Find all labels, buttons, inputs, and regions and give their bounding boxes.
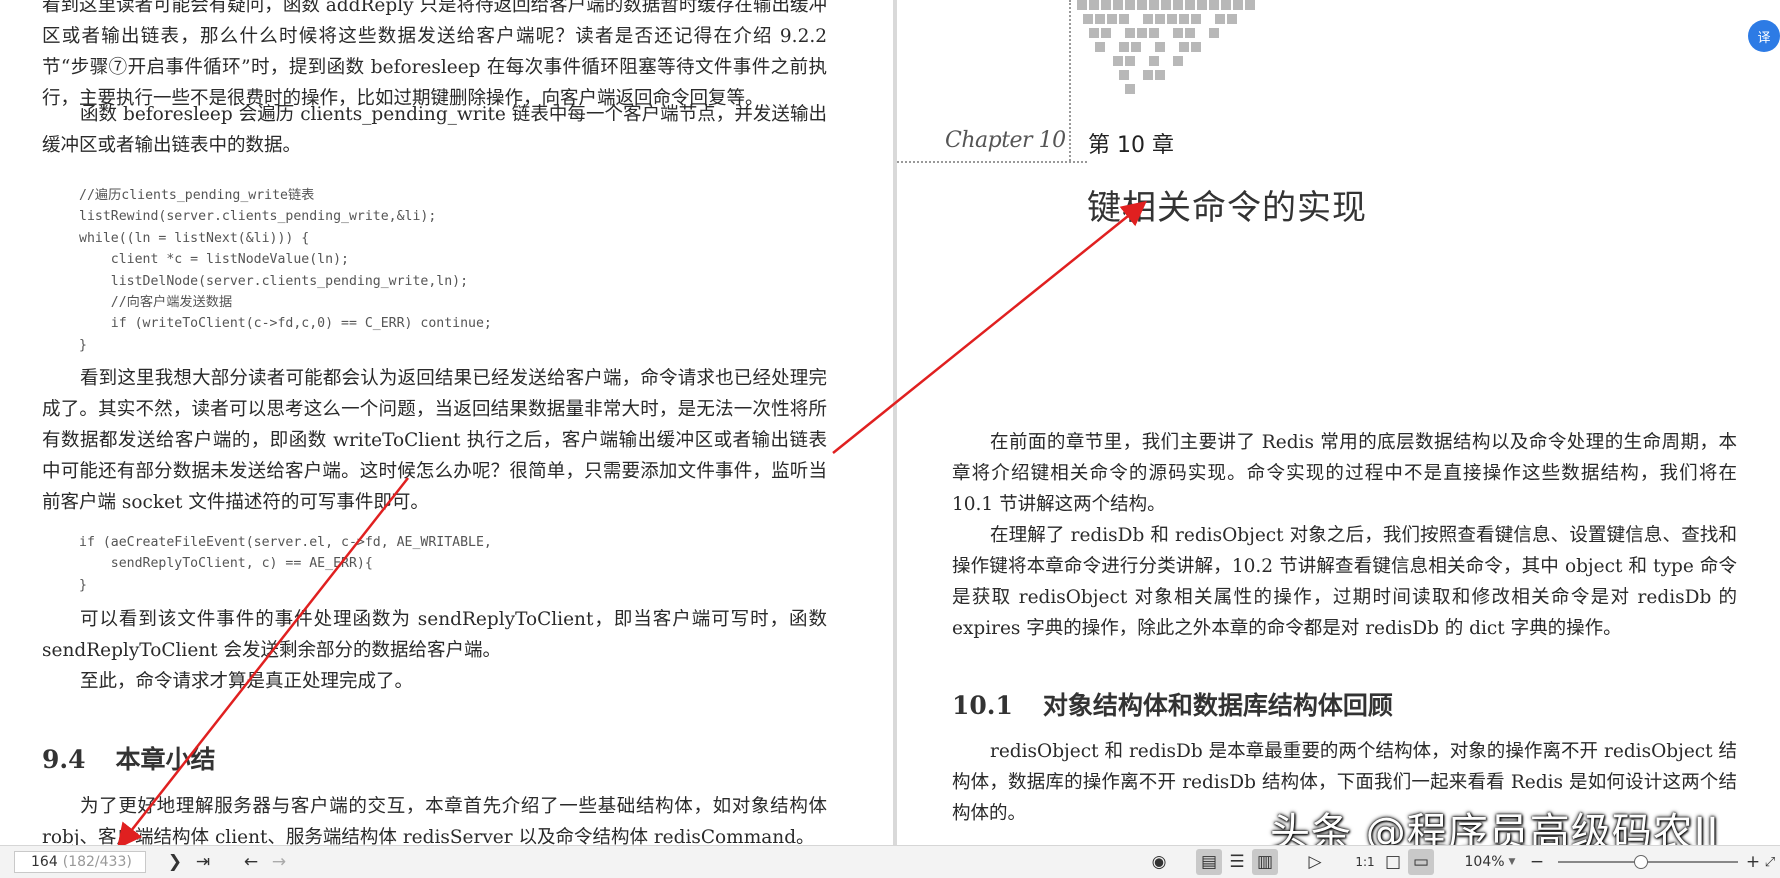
forward-icon[interactable]: →: [266, 849, 292, 875]
zoom-slider-handle[interactable]: [1634, 855, 1648, 869]
bottom-toolbar: 164 (182/433) ❯ ⇥ ← → ◉ ▤ ☰ ▥ ▷ 1:1 □ ▭ 1…: [0, 845, 1780, 878]
chevron-right-icon[interactable]: ❯: [162, 849, 188, 875]
zoom-level[interactable]: 104% ▼: [1460, 846, 1520, 878]
annotation-arrows: [116, 200, 1147, 845]
zoom-slider-track[interactable]: [1558, 861, 1738, 863]
single-page-icon[interactable]: ▤: [1196, 849, 1222, 875]
translate-float-button[interactable]: 译: [1748, 20, 1780, 52]
chevron-down-icon: ▼: [1508, 857, 1516, 867]
arrow-to-page-bottom: [116, 477, 409, 845]
last-page-icon[interactable]: ⇥: [190, 849, 216, 875]
fit-page-icon[interactable]: □: [1380, 849, 1406, 875]
fullscreen-icon[interactable]: ⤢: [1760, 849, 1780, 875]
arrow-to-chapter-title: [832, 200, 1147, 454]
current-page: 164: [31, 854, 58, 870]
zoom-out-icon[interactable]: −: [1524, 849, 1550, 875]
back-icon[interactable]: ←: [238, 849, 264, 875]
page-total: (182/433): [62, 854, 132, 870]
page-number-input[interactable]: 164 (182/433): [14, 851, 146, 873]
play-icon[interactable]: ▷: [1302, 849, 1328, 875]
eye-icon[interactable]: ◉: [1146, 849, 1172, 875]
actual-size-icon[interactable]: 1:1: [1352, 849, 1378, 875]
dual-page-icon[interactable]: ▥: [1252, 849, 1278, 875]
continuous-page-icon[interactable]: ☰: [1224, 849, 1250, 875]
fit-width-icon[interactable]: ▭: [1408, 849, 1434, 875]
zoom-value: 104%: [1464, 854, 1505, 870]
